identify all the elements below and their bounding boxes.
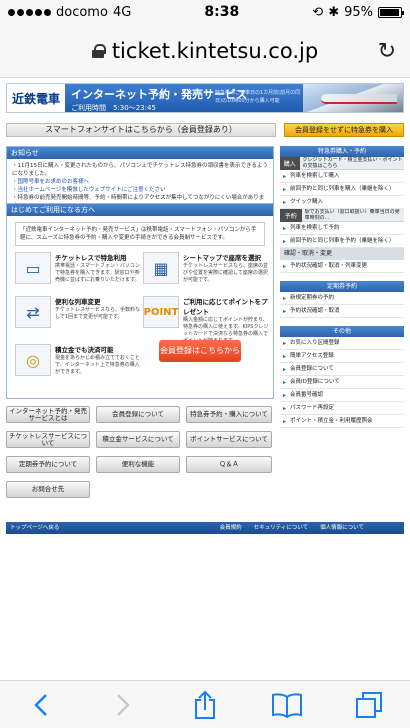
carrier-label: docomo [56, 4, 108, 20]
footer-link-security[interactable]: セキュリティについて [254, 522, 309, 534]
header-banner: 近鉄電車 インターネット予約・発売サービス ご利用時間 5:30〜23:45 特… [6, 83, 404, 113]
status-left: docomo 4G [8, 5, 131, 20]
sidebar: 特急券購入・予約 購入 クレジットカード・積立金支払い・ポイントの交換はこちら … [280, 146, 404, 428]
devices-icon: ▭ [15, 252, 51, 284]
rotation-lock-icon: ⟲ [312, 4, 324, 20]
tabs-icon[interactable] [349, 685, 389, 725]
faq-button[interactable]: Ｑ＆Ａ [186, 456, 272, 473]
sidebar-item[interactable]: 新規定期券の予約 [280, 292, 404, 305]
sidebar-item[interactable]: 予約状況確認・取消 [280, 305, 404, 318]
footer-link-privacy[interactable]: 個人情報について [320, 522, 364, 534]
sidebar-item[interactable]: 会員登録について [280, 363, 404, 376]
sidebar-item[interactable]: 会員ID登録について [280, 376, 404, 389]
feature-title: ご利用に応じてポイントをプレゼント [183, 298, 268, 316]
features-button[interactable]: 便利な機能 [96, 456, 180, 473]
train-icon: ⇄ [15, 296, 51, 328]
point-icon: POINT [143, 296, 179, 328]
feature-text: 携帯電話・スマートフォン・パソコンで特急券を購入できます。駅窓口や券売機に並ばず… [55, 263, 140, 283]
contact-button[interactable]: お問合せ先 [6, 481, 90, 498]
footer-link-terms[interactable]: 会員規約 [220, 522, 242, 534]
buy-tab-label[interactable]: 購入 [280, 156, 300, 170]
membership-button[interactable]: 会員登録について [96, 406, 180, 423]
battery-percent: 95% [344, 4, 373, 20]
bluetooth-icon: ✱ [328, 4, 340, 20]
sidebar-item[interactable]: お気に入り区間登録 [280, 337, 404, 350]
train-image [303, 84, 403, 112]
news-item: ・11月15日に購入・変更されたものから、パソコン上でチケットレス特急券の領収書… [12, 163, 268, 177]
lock-icon [91, 43, 106, 58]
sidebar-commuter-header: 定期券予約 [280, 281, 404, 292]
feature-title: チケットレスで特急利用 [55, 254, 127, 262]
service-about-button[interactable]: インターネット予約・発売サービスとは [6, 406, 90, 423]
buy-tab-text: クレジットカード・積立金支払い・ポイントの交換はこちら [302, 157, 403, 169]
browser-toolbar [0, 680, 410, 728]
status-bar: docomo 4G 8:38 ⟲ ✱ 95% [0, 0, 410, 24]
sidebar-item[interactable]: ポイント・積立金・利用履歴照会 [280, 415, 404, 428]
point-service-button[interactable]: ポイントサービスについて [186, 431, 272, 448]
feature-points: POINT ご利用に応じてポイントをプレゼント 購入金額に応じてポイントが貯まり… [143, 296, 271, 345]
footer-links: 会員規約 セキュリティについて 個人情報について [220, 522, 404, 534]
sidebar-buy-header: 特急券購入・予約 [280, 146, 404, 157]
feature-text: チケットレスサービスなら、座席の並びや位置を実際に確認して座席の選択が可能です。 [183, 263, 269, 283]
web-page: 近鉄電車 インターネット予約・発売サービス ご利用時間 5:30〜23:45 特… [0, 79, 410, 680]
signal-icon [8, 8, 51, 16]
network-label: 4G [112, 4, 132, 20]
url-display[interactable]: ticket.kintetsu.co.jp [91, 39, 318, 63]
commuter-pass-button[interactable]: 定期券予約について [6, 456, 90, 473]
member-signup-button[interactable]: 会員登録はこちらから [159, 340, 241, 362]
reserve-tab-text: 駅でお支払い（窓口取扱い）乗車当日の発車時刻の... [304, 209, 400, 221]
feature-title: 積立金でも決済可能 [55, 346, 114, 354]
sidebar-item[interactable]: 簡単アクセス登録 [280, 350, 404, 363]
sidebar-item[interactable]: パスワード再設定 [280, 402, 404, 415]
ticketless-button[interactable]: チケットレスサービスについて [6, 431, 90, 448]
coins-icon: ◎ [15, 344, 51, 376]
banner-service: インターネット予約・発売サービス ご利用時間 5:30〜23:45 特急券のご乗… [65, 84, 303, 112]
news-item-link[interactable]: ・国際号車をお求めのお客様へ [12, 178, 268, 186]
clock: 8:38 [204, 4, 240, 20]
sidebar-item[interactable]: 前回予約と同じ列車を予約（乗継を除く） [280, 235, 404, 248]
news-header: お知らせ [7, 147, 273, 159]
kintetsu-logo[interactable]: 近鉄電車 [7, 84, 65, 112]
sidebar-confirm-header: 確認・取消・変更 [280, 248, 404, 260]
feature-change: ⇄ 便利な列車変更 チケットレスサービスなら、手数料なしで1回まで変更が可能です… [15, 296, 143, 328]
feature-text: 現金をあらかじめ積み立てておくことで、インターネット上で特急券の購入ができます。 [55, 355, 140, 375]
intro-description: 「近鉄電車インターネット予約・発売サービス」は携帯電話・スマートフォン・パソコン… [15, 222, 265, 246]
feature-deposit: ◎ 積立金でも決済可能 現金をあらかじめ積み立てておくことで、インターネット上で… [15, 344, 143, 376]
deposit-service-button[interactable]: 積立金サービスについて [96, 431, 180, 448]
reload-icon[interactable]: ↻ [378, 39, 396, 64]
back-to-top-link[interactable]: トップページへ戻る [6, 522, 220, 534]
battery-icon [378, 6, 404, 18]
smartphone-site-link[interactable]: スマートフォンサイトはこちらから（会員登録あり） [6, 123, 276, 137]
buy-without-signup-button[interactable]: 会員登録をせずに特急券を購入 [284, 123, 404, 137]
sidebar-item[interactable]: 前回予約と同じ列車を購入（乗継を除く） [280, 183, 404, 196]
sidebar-item[interactable]: 予約状況確認・取消・列車変更 [280, 260, 404, 273]
sidebar-item[interactable]: クイック購入 [280, 196, 404, 209]
feature-text: チケットレスサービスなら、手数料なしで1回まで変更が可能です。 [55, 307, 141, 320]
feature-ticketless: ▭ チケットレスで特急利用 携帯電話・スマートフォン・パソコンで特急券を購入でき… [15, 252, 143, 284]
sidebar-other-header: その他 [280, 326, 404, 337]
feature-title: シートマップで座席を選択 [183, 254, 261, 262]
feature-seat-map: ▦ シートマップで座席を選択 チケットレスサービスなら、座席の並びや位置を実際に… [143, 252, 271, 284]
ticket-purchase-button[interactable]: 特急券予約・購入について [186, 406, 272, 423]
share-icon[interactable] [185, 685, 225, 725]
news-item-link[interactable]: ・当社ホームページを模倣したウェブサイトにご注意ください [12, 186, 268, 194]
feature-title: 便利な列車変更 [55, 298, 101, 306]
sidebar-item[interactable]: 会員番号確認 [280, 389, 404, 402]
sidebar-item[interactable]: 列車を検索して購入 [280, 170, 404, 183]
url-text[interactable]: ticket.kintetsu.co.jp [112, 39, 318, 63]
sidebar-buy-tab[interactable]: 購入 クレジットカード・積立金支払い・ポイントの交換はこちら [280, 156, 404, 170]
status-right: ⟲ ✱ 95% [312, 4, 404, 20]
page-footer: トップページへ戻る 会員規約 セキュリティについて 個人情報について [6, 522, 404, 534]
sidebar-item[interactable]: 列車を検索して予約 [280, 222, 404, 235]
intro-panel: はじめてご利用になる方へ 「近鉄電車インターネット予約・発売サービス」は携帯電話… [6, 203, 274, 399]
intro-header: はじめてご利用になる方へ [7, 204, 273, 216]
seat-map-icon: ▦ [143, 252, 179, 284]
address-bar[interactable]: ticket.kintetsu.co.jp ↻ [0, 24, 410, 78]
banner-note: 特急券のご乗車日の1カ月前(前月の同日)の10時00分から購入可能 [215, 90, 301, 104]
reserve-tab-label[interactable]: 予約 [280, 208, 302, 222]
back-icon[interactable] [21, 685, 61, 725]
forward-icon[interactable] [103, 685, 143, 725]
bookmarks-icon[interactable] [267, 685, 307, 725]
sidebar-reserve-tab[interactable]: 予約 駅でお支払い（窓口取扱い）乗車当日の発車時刻の... [280, 208, 404, 222]
